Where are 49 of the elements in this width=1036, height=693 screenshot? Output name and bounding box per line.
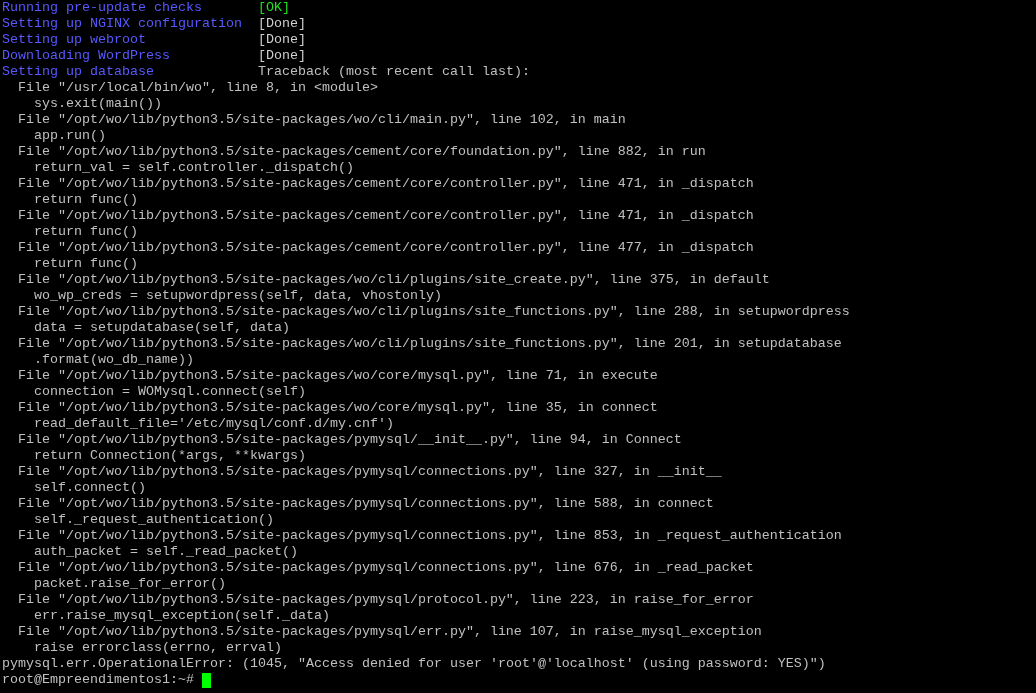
traceback-code: return Connection(*args, **kwargs): [34, 448, 306, 464]
traceback-code: err.raise_mysql_exception(self._data): [34, 608, 330, 624]
step-label: Setting up database: [2, 64, 155, 80]
traceback-code: app.run(): [34, 128, 106, 144]
traceback-code: self._request_authentication(): [34, 512, 274, 528]
traceback-location: File "/opt/wo/lib/python3.5/site-packages/pymysql/connections.py", line 853, in _request_authentication: [18, 528, 842, 544]
traceback-location: File "/opt/wo/lib/python3.5/site-packages/pymysql/__init__.py", line 94, in Connect: [18, 432, 682, 448]
traceback-location: File "/opt/wo/lib/python3.5/site-packages/pymysql/connections.py", line 676, in _read_packet: [18, 560, 754, 576]
text-cursor: [201, 673, 211, 688]
traceback-location: File "/opt/wo/lib/python3.5/site-packages/wo/cli/plugins/site_functions.py", line 288, in setupwordpress: [18, 304, 850, 320]
step-status: [OK]: [257, 0, 290, 16]
step-label: Downloading WordPress: [2, 48, 171, 64]
traceback-location: File "/opt/wo/lib/python3.5/site-packages/pymysql/connections.py", line 588, in connect: [18, 496, 714, 512]
step-status: [Done]: [257, 48, 306, 64]
traceback-location: File "/opt/wo/lib/python3.5/site-packages/cement/core/controller.py", line 477, in _dispatch: [18, 240, 754, 256]
traceback-location: File "/opt/wo/lib/python3.5/site-packages/pymysql/connections.py", line 327, in __init__: [18, 464, 722, 480]
traceback-location: File "/opt/wo/lib/python3.5/site-packages/wo/cli/plugins/site_functions.py", line 201, in setupdatabase: [18, 336, 842, 352]
traceback-code: read_default_file='/etc/mysql/conf.d/my.cnf'): [34, 416, 394, 432]
traceback-location: File "/opt/wo/lib/python3.5/site-packages/pymysql/err.py", line 107, in raise_mysql_exception: [18, 624, 762, 640]
traceback-code: connection = WOMysql.connect(self): [34, 384, 306, 400]
traceback-location: File "/opt/wo/lib/python3.5/site-packages/wo/core/mysql.py", line 35, in connect: [18, 400, 658, 416]
traceback-code: return func(): [34, 192, 138, 208]
traceback-code: data = setupdatabase(self, data): [34, 320, 290, 336]
traceback-location: File "/usr/local/bin/wo", line 8, in <module>: [18, 80, 378, 96]
step-label: Setting up NGINX configuration: [2, 16, 243, 32]
traceback-location: File "/opt/wo/lib/python3.5/site-packages/cement/core/controller.py", line 471, in _dispatch: [18, 208, 754, 224]
traceback-location: File "/opt/wo/lib/python3.5/site-packages/pymysql/protocol.py", line 223, in raise_for_error: [18, 592, 754, 608]
traceback-code: auth_packet = self._read_packet(): [34, 544, 298, 560]
step-label: Setting up webroot: [2, 32, 147, 48]
step-status: [Done]: [257, 32, 306, 48]
traceback-location: File "/opt/wo/lib/python3.5/site-packages/cement/core/controller.py", line 471, in _dispatch: [18, 176, 754, 192]
traceback-code: return func(): [34, 256, 138, 272]
step-label: Running pre-update checks: [2, 0, 203, 16]
step-status: [Done]: [257, 16, 306, 32]
traceback-code: raise errorclass(errno, errval): [34, 640, 282, 656]
traceback-location: File "/opt/wo/lib/python3.5/site-packages/wo/core/mysql.py", line 71, in execute: [18, 368, 658, 384]
shell-prompt: root@Empreendimentos1:~#: [2, 672, 194, 688]
error-message: pymysql.err.OperationalError: (1045, "Access denied for user 'root'@'localhost' (using password: YES)"): [2, 656, 826, 672]
traceback-code: return_val = self.controller._dispatch(): [34, 160, 354, 176]
traceback-code: wo_wp_creds = setupwordpress(self, data, vhostonly): [34, 288, 442, 304]
traceback-location: File "/opt/wo/lib/python3.5/site-packages/wo/cli/main.py", line 102, in main: [18, 112, 626, 128]
traceback-code: sys.exit(main()): [34, 96, 162, 112]
traceback-code: .format(wo_db_name)): [34, 352, 194, 368]
traceback-location: File "/opt/wo/lib/python3.5/site-packages/cement/core/foundation.py", line 882, in run: [18, 144, 706, 160]
traceback-code: self.connect(): [34, 480, 146, 496]
step-status: Traceback (most recent call last):: [257, 64, 530, 80]
traceback-code: return func(): [34, 224, 138, 240]
traceback-code: packet.raise_for_error(): [34, 576, 226, 592]
traceback-location: File "/opt/wo/lib/python3.5/site-packages/wo/cli/plugins/site_create.py", line 375, in default: [18, 272, 770, 288]
